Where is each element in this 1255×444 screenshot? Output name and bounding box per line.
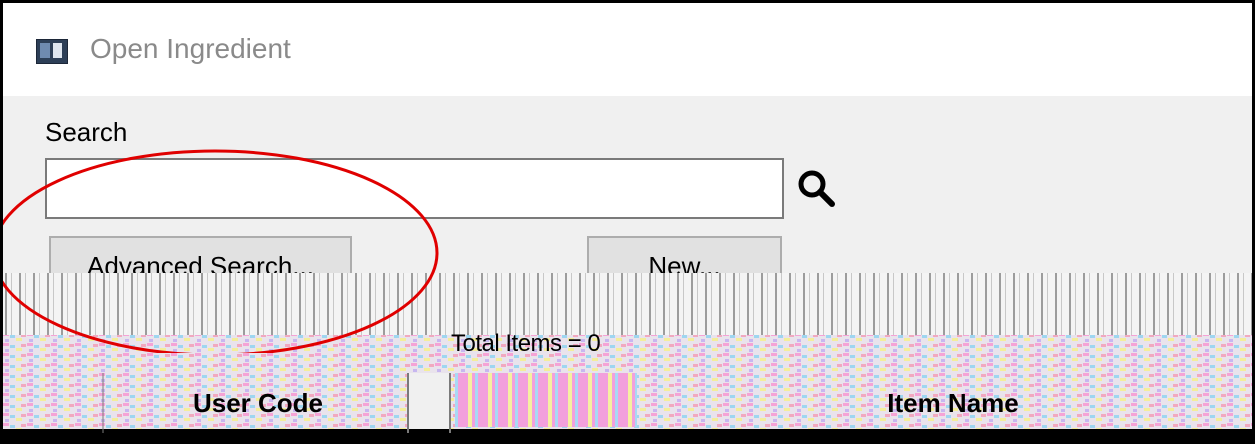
- open-ingredient-window: Open Ingredient Search Advanced Search..…: [0, 0, 1255, 444]
- title-bar: Open Ingredient: [3, 3, 1252, 96]
- search-input[interactable]: [45, 158, 784, 219]
- search-label: Search: [45, 117, 128, 147]
- column-header-item-name[interactable]: Item Name: [648, 383, 1252, 427]
- total-items-label: Total Items = 0: [451, 330, 601, 357]
- column-header-user-code[interactable]: User Code: [108, 383, 408, 427]
- window-title: Open Ingredient: [90, 33, 291, 64]
- search-icon[interactable]: [795, 167, 839, 211]
- window-app-icon: [36, 39, 68, 64]
